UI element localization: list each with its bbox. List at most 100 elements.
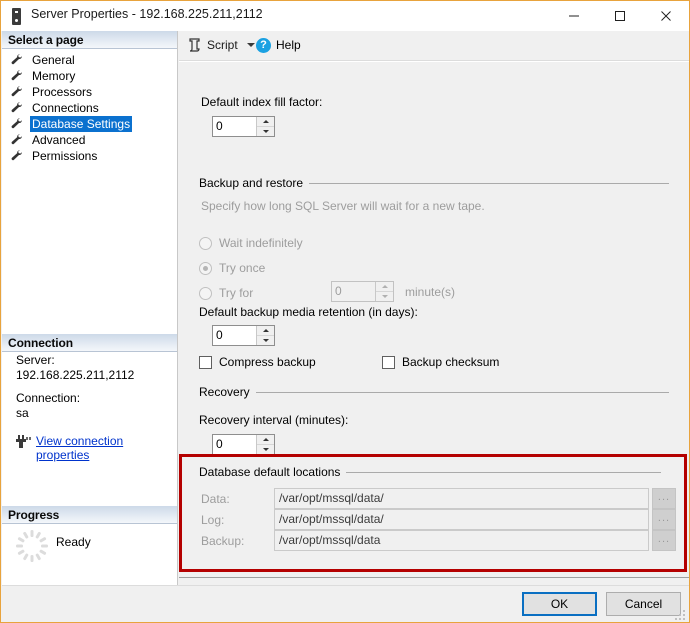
wrench-icon [11,118,22,129]
wrench-icon [11,54,22,65]
stepper-down-icon[interactable] [376,292,393,301]
toolbar: Script ? Help [179,31,689,61]
sidebar-item-advanced[interactable]: Advanced [2,132,177,148]
server-label: Server: [16,353,55,367]
help-label: Help [276,38,301,52]
checkbox-compress-backup[interactable]: Compress backup [199,355,316,369]
close-icon [661,10,671,21]
locations-group-title: Database default locations [199,465,341,479]
maximize-icon [615,10,625,21]
group-divider [309,182,669,184]
stepper-up-icon[interactable] [376,282,393,292]
log-path-field[interactable]: /var/opt/mssql/data/ [274,509,649,530]
view-connection-properties-row: View connection properties [2,433,177,462]
window-title: Server Properties - 192.168.225.211,2112 [31,7,263,21]
sidebar-item-label: General [32,53,75,67]
checkbox-label: Backup checksum [402,355,500,369]
wrench-icon [11,102,22,113]
stepper-up-icon[interactable] [257,117,274,127]
radio-label: Try for [219,286,254,300]
dialog-footer: OK Cancel [2,585,689,622]
main-panel: Script ? Help Default index fill factor:… [179,31,689,600]
stepper-down-icon[interactable] [257,336,274,345]
progress-status: Ready [56,535,91,549]
progress-spinner-icon [16,530,48,562]
script-button[interactable]: Script [184,34,258,56]
backup-description: Specify how long SQL Server will wait fo… [201,199,485,213]
backup-path-browse-button[interactable]: ... [652,530,676,551]
fill-factor-stepper[interactable]: 0 [212,116,275,137]
minimize-button[interactable] [551,1,597,30]
data-path-label: Data: [201,492,230,506]
radio-try-once[interactable]: Try once [199,261,265,275]
radio-wait-indefinitely[interactable]: Wait indefinitely [199,236,303,250]
radio-label: Wait indefinitely [219,236,303,250]
data-path-field[interactable]: /var/opt/mssql/data/ [274,488,649,509]
connection-label: Connection: [16,391,81,405]
radio-try-for[interactable]: Try for [199,286,253,300]
recovery-group: Recovery [199,385,669,399]
data-path-browse-button[interactable]: ... [652,488,676,509]
sidebar-item-permissions[interactable]: Permissions [2,148,177,164]
group-divider [255,391,669,393]
help-button[interactable]: ? Help [256,34,301,56]
sidebar-item-connections[interactable]: Connections [2,100,177,116]
select-a-page-header: Select a page [2,31,177,49]
page-list: General Memory Processors Connections Da… [2,52,177,164]
sidebar-item-label: Memory [32,69,76,83]
checkbox-label: Compress backup [219,355,316,369]
stepper-down-icon[interactable] [257,127,274,136]
recovery-interval-stepper[interactable]: 0 [212,434,275,455]
cancel-button[interactable]: Cancel [606,592,681,616]
sidebar-item-label: Permissions [32,149,98,163]
checkbox-backup-checksum[interactable]: Backup checksum [382,355,499,369]
progress-header: Progress [2,506,177,524]
try-for-minutes-stepper[interactable]: 0 [331,281,394,302]
wrench-icon [11,70,22,81]
sidebar-item-general[interactable]: General [2,52,177,68]
chevron-down-icon[interactable] [246,43,255,47]
data-path-value: /var/opt/mssql/data/ [279,491,384,505]
section-divider [179,577,689,578]
view-connection-properties-link[interactable]: View connection properties [36,434,177,462]
server-icon [10,8,23,25]
server-properties-dialog: Server Properties - 192.168.225.211,2112… [0,0,690,623]
sidebar-item-label: Advanced [32,133,86,147]
log-path-value: /var/opt/mssql/data/ [279,512,384,526]
sidebar-item-memory[interactable]: Memory [2,68,177,84]
backup-path-field[interactable]: /var/opt/mssql/data [274,530,649,551]
connection-value: sa [16,406,29,420]
script-label: Script [207,38,238,52]
sidebar-item-label: Processors [32,85,93,99]
backup-path-value: /var/opt/mssql/data [279,533,381,547]
log-path-label: Log: [201,513,225,527]
radio-label: Try once [219,261,266,275]
stepper-buttons[interactable] [256,326,274,345]
try-for-value: 0 [335,284,342,298]
retention-stepper[interactable]: 0 [212,325,275,346]
ok-button[interactable]: OK [522,592,597,616]
checkbox-box-icon [199,355,212,369]
maximize-button[interactable] [597,1,643,30]
resize-grip[interactable] [675,610,687,622]
sidebar-item-label: Database Settings [30,116,133,132]
sidebar-item-database-settings[interactable]: Database Settings [2,116,177,132]
close-button[interactable] [643,1,689,30]
backup-and-restore-group: Backup and restore [199,176,669,190]
sidebar: Select a page General Memory Processors [2,31,178,585]
stepper-buttons[interactable] [256,117,274,136]
retention-value: 0 [216,328,223,342]
server-value: 192.168.225.211,2112 [16,368,135,382]
title-bar: Server Properties - 192.168.225.211,2112 [1,1,689,32]
stepper-buttons[interactable] [256,435,274,454]
settings-content: Default index fill factor: 0 Backup and … [179,61,689,600]
wrench-icon [11,86,22,97]
stepper-buttons[interactable] [375,282,393,301]
stepper-down-icon[interactable] [257,445,274,454]
stepper-up-icon[interactable] [257,326,274,336]
help-icon: ? [256,37,271,53]
recovery-interval-label: Recovery interval (minutes): [199,413,349,427]
log-path-browse-button[interactable]: ... [652,509,676,530]
sidebar-item-processors[interactable]: Processors [2,84,177,100]
stepper-up-icon[interactable] [257,435,274,445]
